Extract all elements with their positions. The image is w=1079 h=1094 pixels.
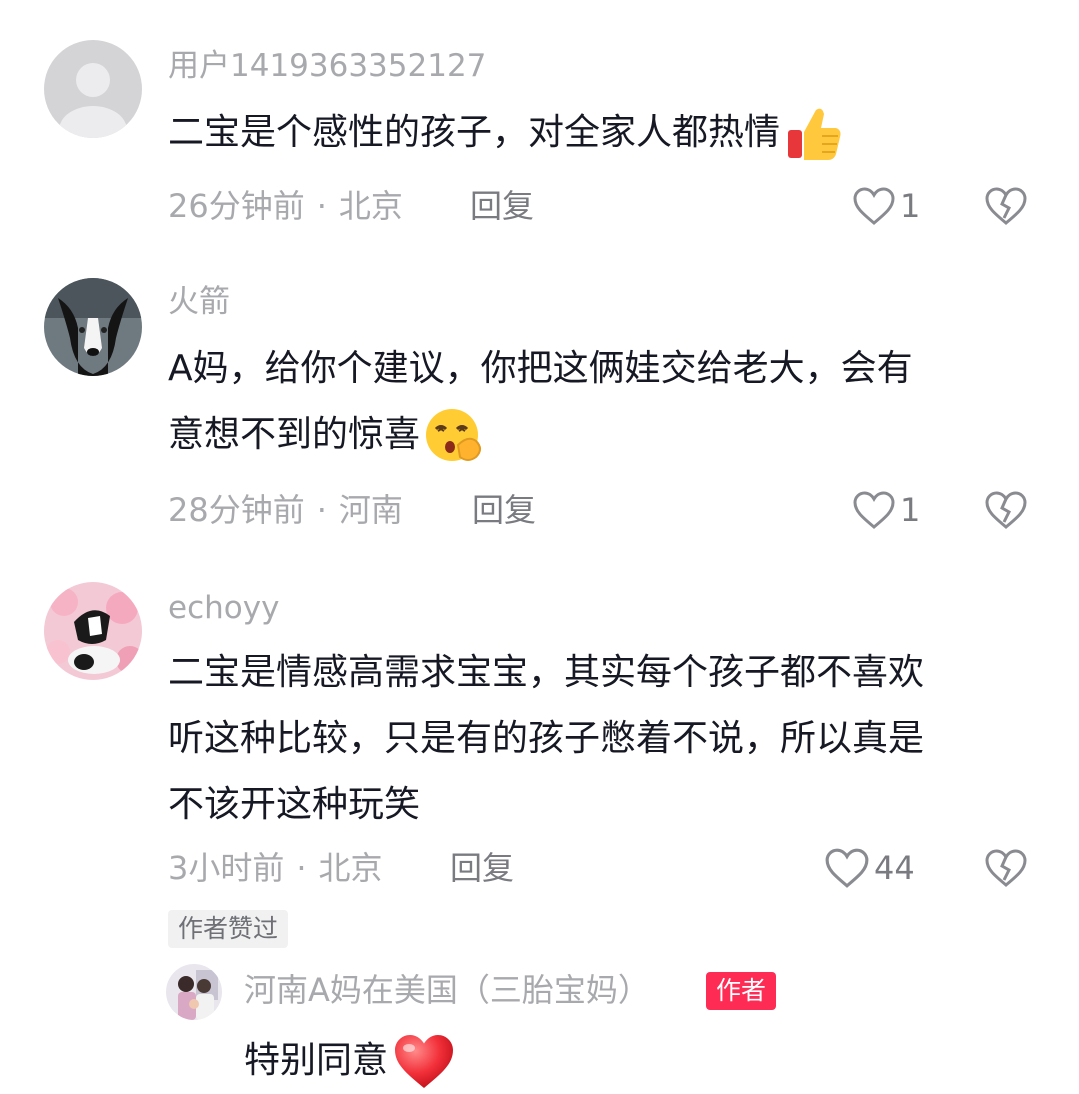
comment-text-line: 二宝是情感高需求宝宝，其实每个孩子都不喜欢 — [168, 652, 925, 693]
heart-outline-icon — [853, 187, 895, 225]
reply-text: 特别同意 — [244, 1028, 456, 1094]
shushing-face-icon — [424, 407, 486, 465]
like-button[interactable]: 44 — [824, 846, 915, 890]
location: 北京 — [318, 849, 383, 887]
like-button[interactable]: 1 — [852, 184, 920, 228]
like-button[interactable]: 1 — [852, 488, 920, 532]
comment-text-line: 不该开这种玩笑 — [168, 784, 421, 825]
reply-button[interactable]: 回复 — [470, 184, 534, 228]
meta-dot: · — [296, 849, 307, 887]
thumbs-up-icon — [784, 104, 844, 164]
broken-heart-icon — [985, 849, 1027, 887]
dislike-button[interactable] — [984, 186, 1028, 230]
comment-meta: 28分钟前 · 河南 — [168, 488, 403, 532]
reply-username[interactable]: 河南A妈在美国（三胎宝妈） — [244, 968, 650, 1012]
heart-outline-icon — [853, 491, 895, 529]
author-tag: 作者 — [706, 972, 777, 1010]
avatar[interactable] — [44, 278, 142, 376]
timestamp: 28分钟前 — [168, 491, 305, 529]
reply-avatar[interactable] — [166, 964, 222, 1020]
meta-dot: · — [316, 187, 327, 225]
username[interactable]: 用户1419363352127 — [168, 46, 486, 86]
comment-text: 二宝是个感性的孩子，对全家人都热情 — [168, 100, 1048, 166]
comment-text-line: A妈，给你个建议，你把这俩娃交给老大，会有 — [168, 348, 913, 389]
meta-dot: · — [316, 491, 327, 529]
location: 北京 — [338, 187, 403, 225]
comment-text-content: 二宝是个感性的孩子，对全家人都热情 — [168, 112, 781, 153]
username[interactable]: echoyy — [168, 588, 279, 628]
reply-button[interactable]: 回复 — [450, 846, 514, 890]
avatar[interactable] — [44, 582, 142, 680]
like-count: 1 — [900, 491, 921, 529]
timestamp: 3小时前 — [168, 849, 285, 887]
comment-text-line: 听这种比较，只是有的孩子憋着不说，所以真是 — [168, 718, 925, 759]
username[interactable]: 火箭 — [168, 282, 230, 322]
comment-meta: 26分钟前 · 北京 — [168, 184, 403, 228]
like-count: 44 — [874, 849, 915, 887]
comment-meta: 3小时前 · 北京 — [168, 846, 383, 890]
author-liked-badge: 作者赞过 — [168, 910, 289, 948]
heart-outline-icon — [825, 848, 869, 888]
red-heart-icon — [392, 1033, 456, 1091]
comment-text-content: 意想不到的惊喜 — [168, 414, 421, 455]
broken-heart-icon — [985, 187, 1027, 225]
comment-text: 二宝是情感高需求宝宝，其实每个孩子都不喜欢 听这种比较，只是有的孩子憋着不说，所… — [168, 640, 1048, 838]
reply-text-content: 特别同意 — [244, 1040, 389, 1081]
broken-heart-icon — [985, 491, 1027, 529]
dislike-button[interactable] — [984, 490, 1028, 534]
comment-text: A妈，给你个建议，你把这俩娃交给老大，会有 意想不到的惊喜 — [168, 336, 1048, 468]
timestamp: 26分钟前 — [168, 187, 305, 225]
like-count: 1 — [900, 187, 921, 225]
location: 河南 — [338, 491, 403, 529]
reply-button[interactable]: 回复 — [472, 488, 536, 532]
avatar[interactable] — [44, 40, 142, 138]
comment-text-line: 意想不到的惊喜 — [168, 402, 1048, 468]
dislike-button[interactable] — [984, 848, 1028, 892]
